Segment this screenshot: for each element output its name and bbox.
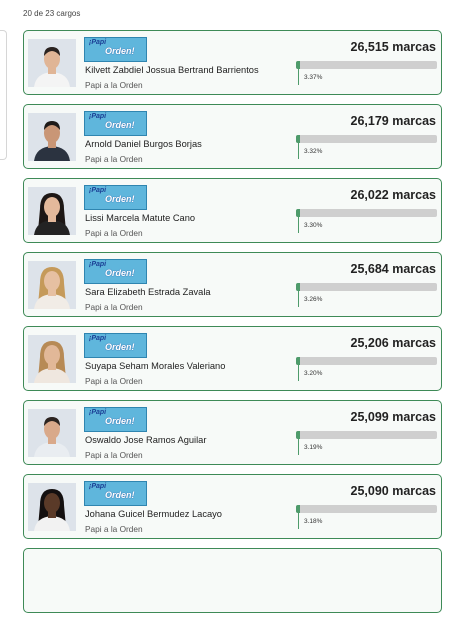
- candidate-name: Johana Guicel Bermudez Lacayo: [85, 509, 222, 519]
- candidate-party: Papi a la Orden: [85, 524, 143, 534]
- candidate-photo: [28, 187, 76, 235]
- vote-bar-fill: [296, 505, 300, 513]
- vote-count: 25,684 marcas: [350, 262, 437, 276]
- party-logo: ¡Papi Orden!: [84, 185, 147, 210]
- vote-bar-tick: [298, 513, 299, 529]
- candidate-card[interactable]: ¡Papi Orden! Oswaldo Jose Ramos Aguilar …: [23, 400, 442, 465]
- vote-count: 25,099 marcas: [350, 410, 437, 424]
- party-logo-line1: ¡Papi: [89, 483, 107, 490]
- candidate-photo: [28, 39, 76, 87]
- vote-count: 25,206 marcas: [350, 336, 437, 350]
- vote-bar-fill: [296, 431, 300, 439]
- vote-percent: 3.18%: [304, 518, 323, 525]
- party-logo-line2: Orden!: [105, 194, 135, 204]
- party-logo-line2: Orden!: [105, 268, 135, 278]
- candidate-card[interactable]: ¡Papi Orden! Johana Guicel Bermudez Laca…: [23, 474, 442, 539]
- vote-percent: 3.26%: [304, 296, 323, 303]
- party-logo: ¡Papi Orden!: [84, 111, 147, 136]
- vote-percent: 3.32%: [304, 148, 323, 155]
- candidate-photo: [28, 261, 76, 309]
- vote-count: 25,090 marcas: [350, 484, 437, 498]
- vote-bar: [296, 61, 437, 69]
- party-logo-line1: ¡Papi: [89, 39, 107, 46]
- candidate-party: Papi a la Orden: [85, 154, 143, 164]
- vote-bar-tick: [298, 143, 299, 159]
- party-logo-line2: Orden!: [105, 490, 135, 500]
- party-logo: ¡Papi Orden!: [84, 259, 147, 284]
- results-count: 20 de 23 cargos: [23, 9, 81, 18]
- vote-bar: [296, 505, 437, 513]
- candidate-card[interactable]: ¡Papi Orden! Lissi Marcela Matute Cano P…: [23, 178, 442, 243]
- party-logo-line1: ¡Papi: [89, 335, 107, 342]
- party-logo-line2: Orden!: [105, 416, 135, 426]
- candidate-card[interactable]: ¡Papi Orden! Suyapa Seham Morales Valeri…: [23, 326, 442, 391]
- candidate-card[interactable]: ¡Papi Orden! Kilvett Zabdiel Jossua Bert…: [23, 30, 442, 95]
- party-logo-line1: ¡Papi: [89, 113, 107, 120]
- candidate-name: Suyapa Seham Morales Valeriano: [85, 361, 226, 371]
- candidate-party: Papi a la Orden: [85, 228, 143, 238]
- side-panel-edge: [0, 30, 7, 160]
- vote-bar-tick: [298, 365, 299, 381]
- candidate-name: Sara Elizabeth Estrada Zavala: [85, 287, 211, 297]
- vote-bar-fill: [296, 357, 300, 365]
- vote-percent: 3.20%: [304, 370, 323, 377]
- vote-bar-fill: [296, 61, 301, 69]
- party-logo-line2: Orden!: [105, 46, 135, 56]
- vote-bar: [296, 135, 437, 143]
- party-logo-line1: ¡Papi: [89, 409, 107, 416]
- candidate-party: Papi a la Orden: [85, 302, 143, 312]
- vote-bar: [296, 431, 437, 439]
- candidate-party: Papi a la Orden: [85, 80, 143, 90]
- candidate-list: ¡Papi Orden! Kilvett Zabdiel Jossua Bert…: [23, 30, 442, 622]
- vote-percent: 3.30%: [304, 222, 323, 229]
- candidate-party: Papi a la Orden: [85, 376, 143, 386]
- vote-bar-fill: [296, 135, 301, 143]
- vote-bar-tick: [298, 69, 299, 85]
- vote-bar-fill: [296, 209, 301, 217]
- candidate-photo: [28, 113, 76, 161]
- candidate-card[interactable]: ¡Papi Orden! Sara Elizabeth Estrada Zava…: [23, 252, 442, 317]
- vote-count: 26,179 marcas: [350, 114, 437, 128]
- vote-count: 26,515 marcas: [350, 40, 437, 54]
- party-logo: ¡Papi Orden!: [84, 333, 147, 358]
- candidate-card[interactable]: ¡Papi Orden! Arnold Daniel Burgos Borjas…: [23, 104, 442, 169]
- candidate-photo: [28, 409, 76, 457]
- vote-bar-tick: [298, 217, 299, 233]
- vote-bar: [296, 283, 437, 291]
- vote-percent: 3.19%: [304, 444, 323, 451]
- candidate-card-partial[interactable]: [23, 548, 442, 613]
- party-logo-line1: ¡Papi: [89, 187, 107, 194]
- vote-bar: [296, 357, 437, 365]
- party-logo-line1: ¡Papi: [89, 261, 107, 268]
- vote-percent: 3.37%: [304, 74, 323, 81]
- vote-bar: [296, 209, 437, 217]
- vote-count: 26,022 marcas: [350, 188, 437, 202]
- party-logo-line2: Orden!: [105, 342, 135, 352]
- party-logo: ¡Papi Orden!: [84, 37, 147, 62]
- vote-bar-tick: [298, 291, 299, 307]
- candidate-name: Oswaldo Jose Ramos Aguilar: [85, 435, 207, 445]
- candidate-photo: [28, 483, 76, 531]
- vote-bar-fill: [296, 283, 301, 291]
- candidate-photo: [28, 335, 76, 383]
- party-logo: ¡Papi Orden!: [84, 481, 147, 506]
- party-logo-line2: Orden!: [105, 120, 135, 130]
- candidate-name: Arnold Daniel Burgos Borjas: [85, 139, 202, 149]
- vote-bar-tick: [298, 439, 299, 455]
- party-logo: ¡Papi Orden!: [84, 407, 147, 432]
- candidate-party: Papi a la Orden: [85, 450, 143, 460]
- candidate-name: Kilvett Zabdiel Jossua Bertrand Barrient…: [85, 65, 259, 75]
- candidate-name: Lissi Marcela Matute Cano: [85, 213, 196, 223]
